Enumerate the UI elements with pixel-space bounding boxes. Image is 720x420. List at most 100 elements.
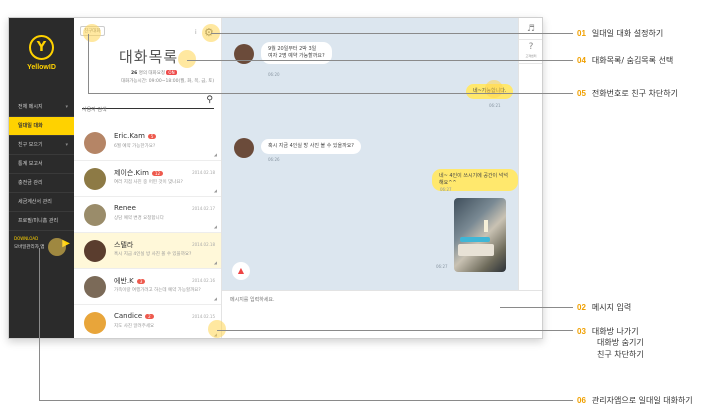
contact-date: 2014.02.17 xyxy=(192,206,215,211)
sidebar-item-stats[interactable]: 통계 보고서 xyxy=(9,155,74,174)
stage: Y YellowID 전체 메시지 ▾ 일대일 대화 친구 모으기 ▾ 통계 보… xyxy=(0,0,720,420)
callout-line xyxy=(39,248,40,400)
photo-detail xyxy=(460,237,490,242)
message-time: 06:27 xyxy=(436,264,448,269)
message-time: 06:26 xyxy=(268,157,280,162)
unread-badge: 2 xyxy=(145,313,154,319)
sidebar-item-one-on-one[interactable]: 일대일 대화 xyxy=(9,117,74,136)
highlight-marker xyxy=(208,320,226,338)
contact-date: 2014.02.18 xyxy=(192,242,215,247)
list-item[interactable]: Candice2 2014.02.15 지도 사진 알려주세요 ◢ xyxy=(74,305,221,338)
callout-01: 01 일대일 대화 설정하기 xyxy=(577,29,664,38)
callout-line xyxy=(88,93,573,94)
list-item-selected[interactable]: 스텔라 2014.02.18 혹시 지금 4인실 방 사진 볼 수 있을까요? … xyxy=(74,233,221,269)
sidebar-item-profile[interactable]: 프로필/미니홈 관리 xyxy=(9,212,74,231)
search-icon[interactable]: ⚲ xyxy=(206,95,213,105)
message-time: 06:27 xyxy=(440,187,452,192)
contact-last-message: 6월 예약 가능한가요? xyxy=(114,144,156,149)
sidebar-item-gather-friends[interactable]: 친구 모으기 ▾ xyxy=(9,136,74,155)
chat-area: 9월 20일부터 2박 3일 여자 2명 예약 가능할까요? 06:20 네~가… xyxy=(222,18,518,290)
callout-line xyxy=(88,34,89,94)
page-title: 대화목록 xyxy=(119,48,179,66)
contact-last-message: 혹시 지금 4인실 방 사진 볼 수 있을까요? xyxy=(114,252,192,257)
image-upload-icon[interactable]: ▲ xyxy=(232,262,250,280)
avatar xyxy=(234,44,254,64)
unread-badge: 3 xyxy=(136,278,146,284)
contact-date: 2014.02.15 xyxy=(192,314,215,319)
avatar xyxy=(84,276,106,298)
highlight-marker xyxy=(178,50,196,68)
unread-badge: 5 xyxy=(147,133,157,139)
highlight-marker xyxy=(485,80,503,98)
sidebar-item-label: 일대일 대화 xyxy=(18,123,43,129)
sidebar-item-label: 프로필/미니홈 관리 xyxy=(18,218,59,224)
avatar xyxy=(84,240,106,262)
message-input[interactable] xyxy=(230,296,510,332)
sidebar-item-label: 충전금 관리 xyxy=(18,180,43,186)
avatar xyxy=(234,138,254,158)
shared-photo[interactable] xyxy=(454,198,506,272)
avatar xyxy=(84,132,106,154)
message-text: 혹시 지금 4인실 방 사진 볼 수 있을까요? xyxy=(268,143,354,149)
chevron-down-icon: ▾ xyxy=(65,142,68,148)
list-item[interactable]: 에반.K 3 2014.02.16 가족이랑 여행가려고 하는데 예약 가능할까요… xyxy=(74,269,221,305)
contact-date: 2014.02.18 xyxy=(192,170,215,175)
avatar xyxy=(84,168,106,190)
message-time: 06:21 xyxy=(489,103,501,108)
request-count: 26 명의 대화요청 ON xyxy=(131,70,177,76)
sidebar-item-label: 전체 메시지 xyxy=(18,104,43,110)
message-text: 네~ 4인이 쓰시기에 공간이 넉넉해요^^ xyxy=(439,173,508,186)
callout-06: 06 관리자앱으로 일대일 대화하기 xyxy=(577,396,693,405)
info-icon[interactable]: i xyxy=(195,29,197,36)
sidebar-menu: 전체 메시지 ▾ 일대일 대화 친구 모으기 ▾ 통계 보고서 충전금 관리 세 xyxy=(9,98,74,231)
message-text: 9월 20일부터 2박 3일 xyxy=(268,46,317,52)
sidebar-item-charge[interactable]: 충전금 관리 xyxy=(9,174,74,193)
corner-icon: ◢ xyxy=(213,188,217,193)
message-bubble: 혹시 지금 4인실 방 사진 볼 수 있을까요? xyxy=(261,139,361,154)
avatar xyxy=(84,312,106,334)
contact-name: Eric.Kam 5 xyxy=(114,132,157,140)
callout-line xyxy=(39,400,573,401)
sidebar-item-label: 친구 모으기 xyxy=(18,142,43,148)
message-text: 여자 2명 예약 가능할까요? xyxy=(268,53,325,59)
conversation-list: 친구대화 i ⚙ 대화목록 26 명의 대화요청 ON 대화가능시간: 09:0… xyxy=(74,18,222,338)
sidebar-item-all-messages[interactable]: 전체 메시지 ▾ xyxy=(9,98,74,117)
search-bar: ⚲ xyxy=(82,95,214,116)
status-badge[interactable]: ON xyxy=(166,70,177,75)
photo-detail xyxy=(484,220,488,232)
help-icon: ? xyxy=(528,42,534,52)
chat-tools: ♬ ? 고객센터 xyxy=(518,18,542,290)
chevron-down-icon: ▾ xyxy=(65,104,68,110)
message-time: 06:20 xyxy=(268,72,280,77)
highlight-marker xyxy=(48,238,66,256)
brand-logo[interactable]: Y xyxy=(29,35,54,60)
callout-line xyxy=(217,330,573,331)
callout-05: 05 전화번호로 친구 차단하기 xyxy=(577,89,678,98)
callout-line xyxy=(211,33,573,34)
corner-icon: ◢ xyxy=(213,224,217,229)
request-count-label: 명의 대화요청 xyxy=(138,71,165,76)
contact-name: 에반.K 3 xyxy=(114,276,146,286)
corner-icon: ◢ xyxy=(213,260,217,265)
callout-line xyxy=(500,307,573,308)
list-item[interactable]: Renee 2014.02.17 상담 예약 변경 요청합니다 ◢ xyxy=(74,197,221,233)
callout-line xyxy=(187,60,573,61)
brand-name: YellowID xyxy=(27,64,56,71)
callout-03: 03 대화방 나가기 대화방 숨기기 친구 차단하기 xyxy=(577,327,644,359)
list-item[interactable]: 제이슨.Kim 12 2014.02.18 여러 지점 사진 중 어떤 것이 맞나… xyxy=(74,161,221,197)
contact-date: 2014.02.16 xyxy=(192,278,215,283)
contact-last-message: 가족이랑 여행가려고 하는데 예약 가능할까요? xyxy=(114,288,201,293)
callout-04: 04 대화목록/ 숨김목록 선택 xyxy=(577,56,674,65)
highlight-marker xyxy=(83,24,101,42)
speaker-button[interactable]: ♬ xyxy=(519,18,542,40)
sidebar-item-tax-invoice[interactable]: 세금계산서 관리 xyxy=(9,193,74,212)
available-hours: 대화가능시간: 09:00~18:00(월, 화, 목, 금, 토) xyxy=(121,79,215,84)
contact-name: Renee xyxy=(114,204,136,212)
list-item[interactable]: Eric.Kam 5 6월 예약 가능한가요? ◢ xyxy=(74,125,221,161)
unread-badge: 12 xyxy=(151,170,163,176)
search-input[interactable] xyxy=(82,104,192,116)
request-count-number: 26 xyxy=(131,71,138,76)
contact-last-message: 상담 예약 변경 요청합니다 xyxy=(114,216,164,221)
callout-02: 02 메시지 입력 xyxy=(577,303,632,312)
contact-last-message: 여러 지점 사진 중 어떤 것이 맞나요? xyxy=(114,180,183,185)
